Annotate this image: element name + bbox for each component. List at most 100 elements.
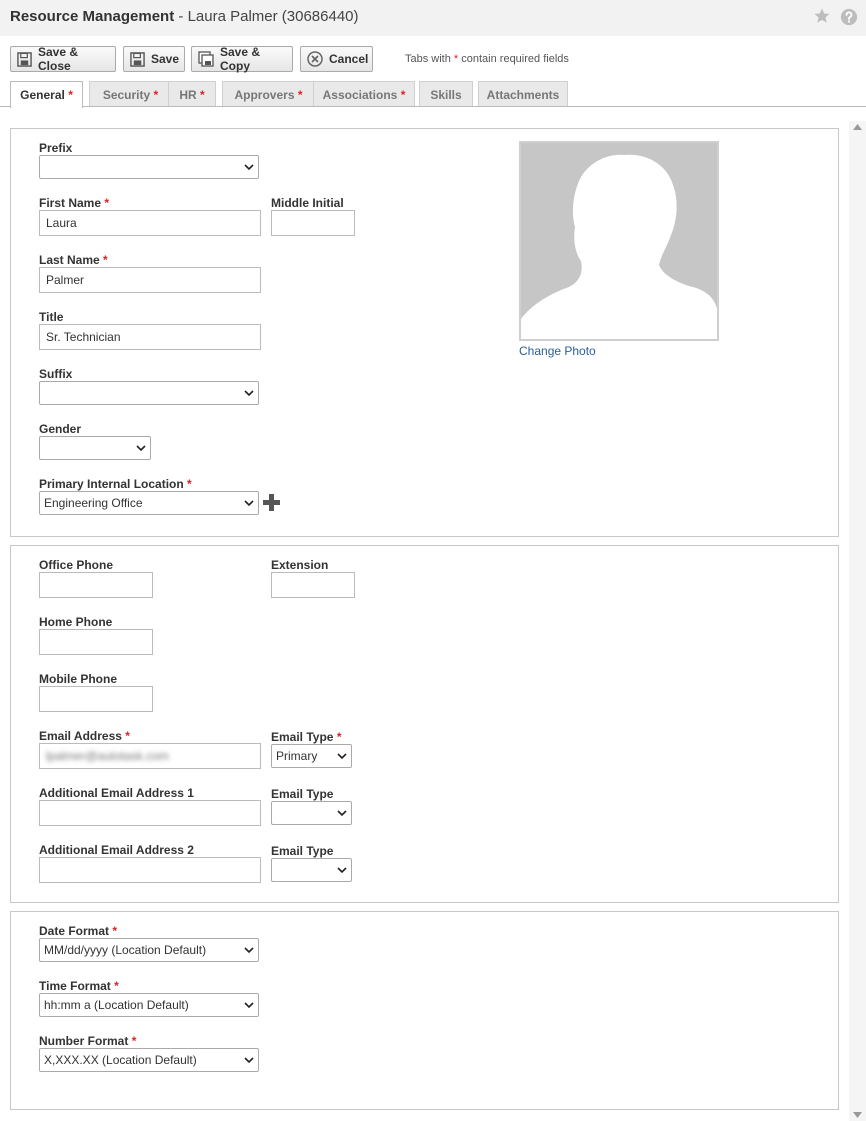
title-bar: Resource Management - Laura Palmer (3068… [0, 0, 866, 36]
last-name-input[interactable]: Palmer [39, 267, 261, 293]
add-location-icon[interactable] [263, 494, 280, 514]
scroll-up-icon[interactable] [853, 124, 862, 130]
additional-email-2-label: Additional Email Address 2 [39, 843, 194, 857]
tab-security[interactable]: Security * [89, 81, 172, 107]
email-type-label: Email Type * [271, 730, 341, 744]
profile-photo [519, 141, 719, 341]
change-photo-link[interactable]: Change Photo [519, 344, 596, 358]
time-format-value: hh:mm a (Location Default) [44, 998, 189, 1012]
email-value: lpalmer@autotask.com [46, 749, 169, 763]
office-phone-input[interactable] [39, 572, 153, 598]
chevron-down-icon [136, 445, 146, 452]
required-marker: * [104, 196, 110, 210]
person-silhouette-icon [521, 143, 717, 339]
number-format-label: Number Format * [39, 1034, 136, 1048]
cancel-button[interactable]: Cancel [300, 46, 373, 72]
number-format-value: X,XXX.XX (Location Default) [44, 1053, 197, 1067]
save-close-button[interactable]: Save & Close [10, 45, 116, 73]
required-note-suffix: contain required fields [458, 53, 569, 65]
tab-skills[interactable]: Skills [419, 81, 473, 107]
tab-attachments[interactable]: Attachments [478, 81, 568, 107]
first-name-input[interactable]: Laura [39, 210, 261, 236]
middle-initial-input[interactable] [271, 210, 355, 236]
email-type-select[interactable]: Primary [271, 744, 352, 768]
extension-label: Extension [271, 558, 329, 572]
required-marker: * [200, 87, 205, 102]
prefix-select[interactable] [39, 155, 259, 179]
gender-select[interactable] [39, 436, 151, 460]
suffix-select[interactable] [39, 381, 259, 405]
last-name-label: Last Name * [39, 253, 108, 267]
title-separator: - [174, 8, 188, 25]
middle-initial-label: Middle Initial [271, 196, 344, 210]
vertical-scrollbar[interactable] [849, 121, 866, 1121]
chevron-down-icon [244, 1057, 254, 1064]
email-type-1-select[interactable] [271, 801, 352, 825]
chevron-down-icon [337, 867, 347, 874]
prefix-label: Prefix [39, 141, 73, 155]
additional-email-1-input[interactable] [39, 800, 261, 826]
record-title: Laura Palmer (30686440) [187, 8, 359, 25]
tab-label: General [20, 88, 65, 102]
additional-email-2-input[interactable] [39, 857, 261, 883]
star-icon[interactable] [813, 7, 831, 28]
tab-label: Associations [322, 87, 398, 102]
save-copy-button[interactable]: Save & Copy [191, 45, 293, 73]
mobile-phone-label: Mobile Phone [39, 672, 117, 686]
email-label-text: Email Address [39, 729, 122, 743]
required-marker: * [153, 87, 159, 102]
tab-general[interactable]: General * [10, 81, 83, 108]
save-copy-label: Save & Copy [220, 45, 261, 73]
home-phone-input[interactable] [39, 629, 153, 655]
required-marker: * [187, 477, 192, 491]
chevron-down-icon [244, 164, 254, 171]
number-format-label-text: Number Format [39, 1034, 129, 1048]
email-type-2-select[interactable] [271, 858, 352, 882]
primary-location-select[interactable]: Engineering Office [39, 491, 259, 515]
email-label: Email Address * [39, 729, 130, 743]
primary-location-label-text: Primary Internal Location [39, 477, 184, 491]
required-marker: * [297, 87, 303, 102]
tab-label: Security [102, 87, 151, 102]
additional-email-1-label: Additional Email Address 1 [39, 786, 194, 800]
tab-underline [0, 106, 866, 107]
help-icon[interactable] [840, 8, 858, 29]
save-icon [130, 51, 145, 67]
email-input[interactable]: lpalmer@autotask.com [39, 743, 261, 769]
title-label: Title [39, 310, 64, 324]
title-input[interactable]: Sr. Technician [39, 324, 261, 350]
time-format-select[interactable]: hh:mm a (Location Default) [39, 993, 259, 1017]
date-format-label-text: Date Format [39, 924, 110, 938]
tab-hr[interactable]: HR * [168, 81, 216, 107]
save-button[interactable]: Save [123, 46, 185, 72]
cancel-icon [307, 51, 323, 67]
tab-label: Attachments [486, 87, 560, 102]
primary-location-label: Primary Internal Location * [39, 477, 192, 491]
first-name-label: First Name * [39, 196, 109, 210]
office-phone-label: Office Phone [39, 558, 114, 572]
required-marker: * [68, 88, 73, 102]
app-title: Resource Management [10, 8, 175, 25]
chevron-down-icon [244, 390, 254, 397]
time-format-label: Time Format * [39, 979, 119, 993]
scroll-down-icon[interactable] [853, 1112, 862, 1118]
date-format-select[interactable]: MM/dd/yyyy (Location Default) [39, 938, 259, 962]
window-title: Resource Management - Laura Palmer (3068… [10, 8, 359, 25]
time-format-label-text: Time Format [39, 979, 111, 993]
mobile-phone-input[interactable] [39, 686, 153, 712]
last-name-label-text: Last Name [39, 253, 100, 267]
tab-associations[interactable]: Associations * [313, 81, 415, 107]
email-type-value: Primary [276, 749, 318, 763]
email-type-1-label: Email Type [271, 787, 334, 801]
required-note-prefix: Tabs with [405, 53, 454, 65]
required-marker: * [112, 924, 118, 938]
tab-label: Skills [430, 87, 462, 102]
extension-input[interactable] [271, 572, 355, 598]
chevron-down-icon [244, 500, 254, 507]
required-marker: * [400, 87, 406, 102]
chevron-down-icon [244, 947, 254, 954]
required-marker: * [125, 729, 130, 743]
chevron-down-icon [337, 810, 347, 817]
number-format-select[interactable]: X,XXX.XX (Location Default) [39, 1048, 259, 1072]
tab-approvers[interactable]: Approvers * [222, 81, 315, 107]
